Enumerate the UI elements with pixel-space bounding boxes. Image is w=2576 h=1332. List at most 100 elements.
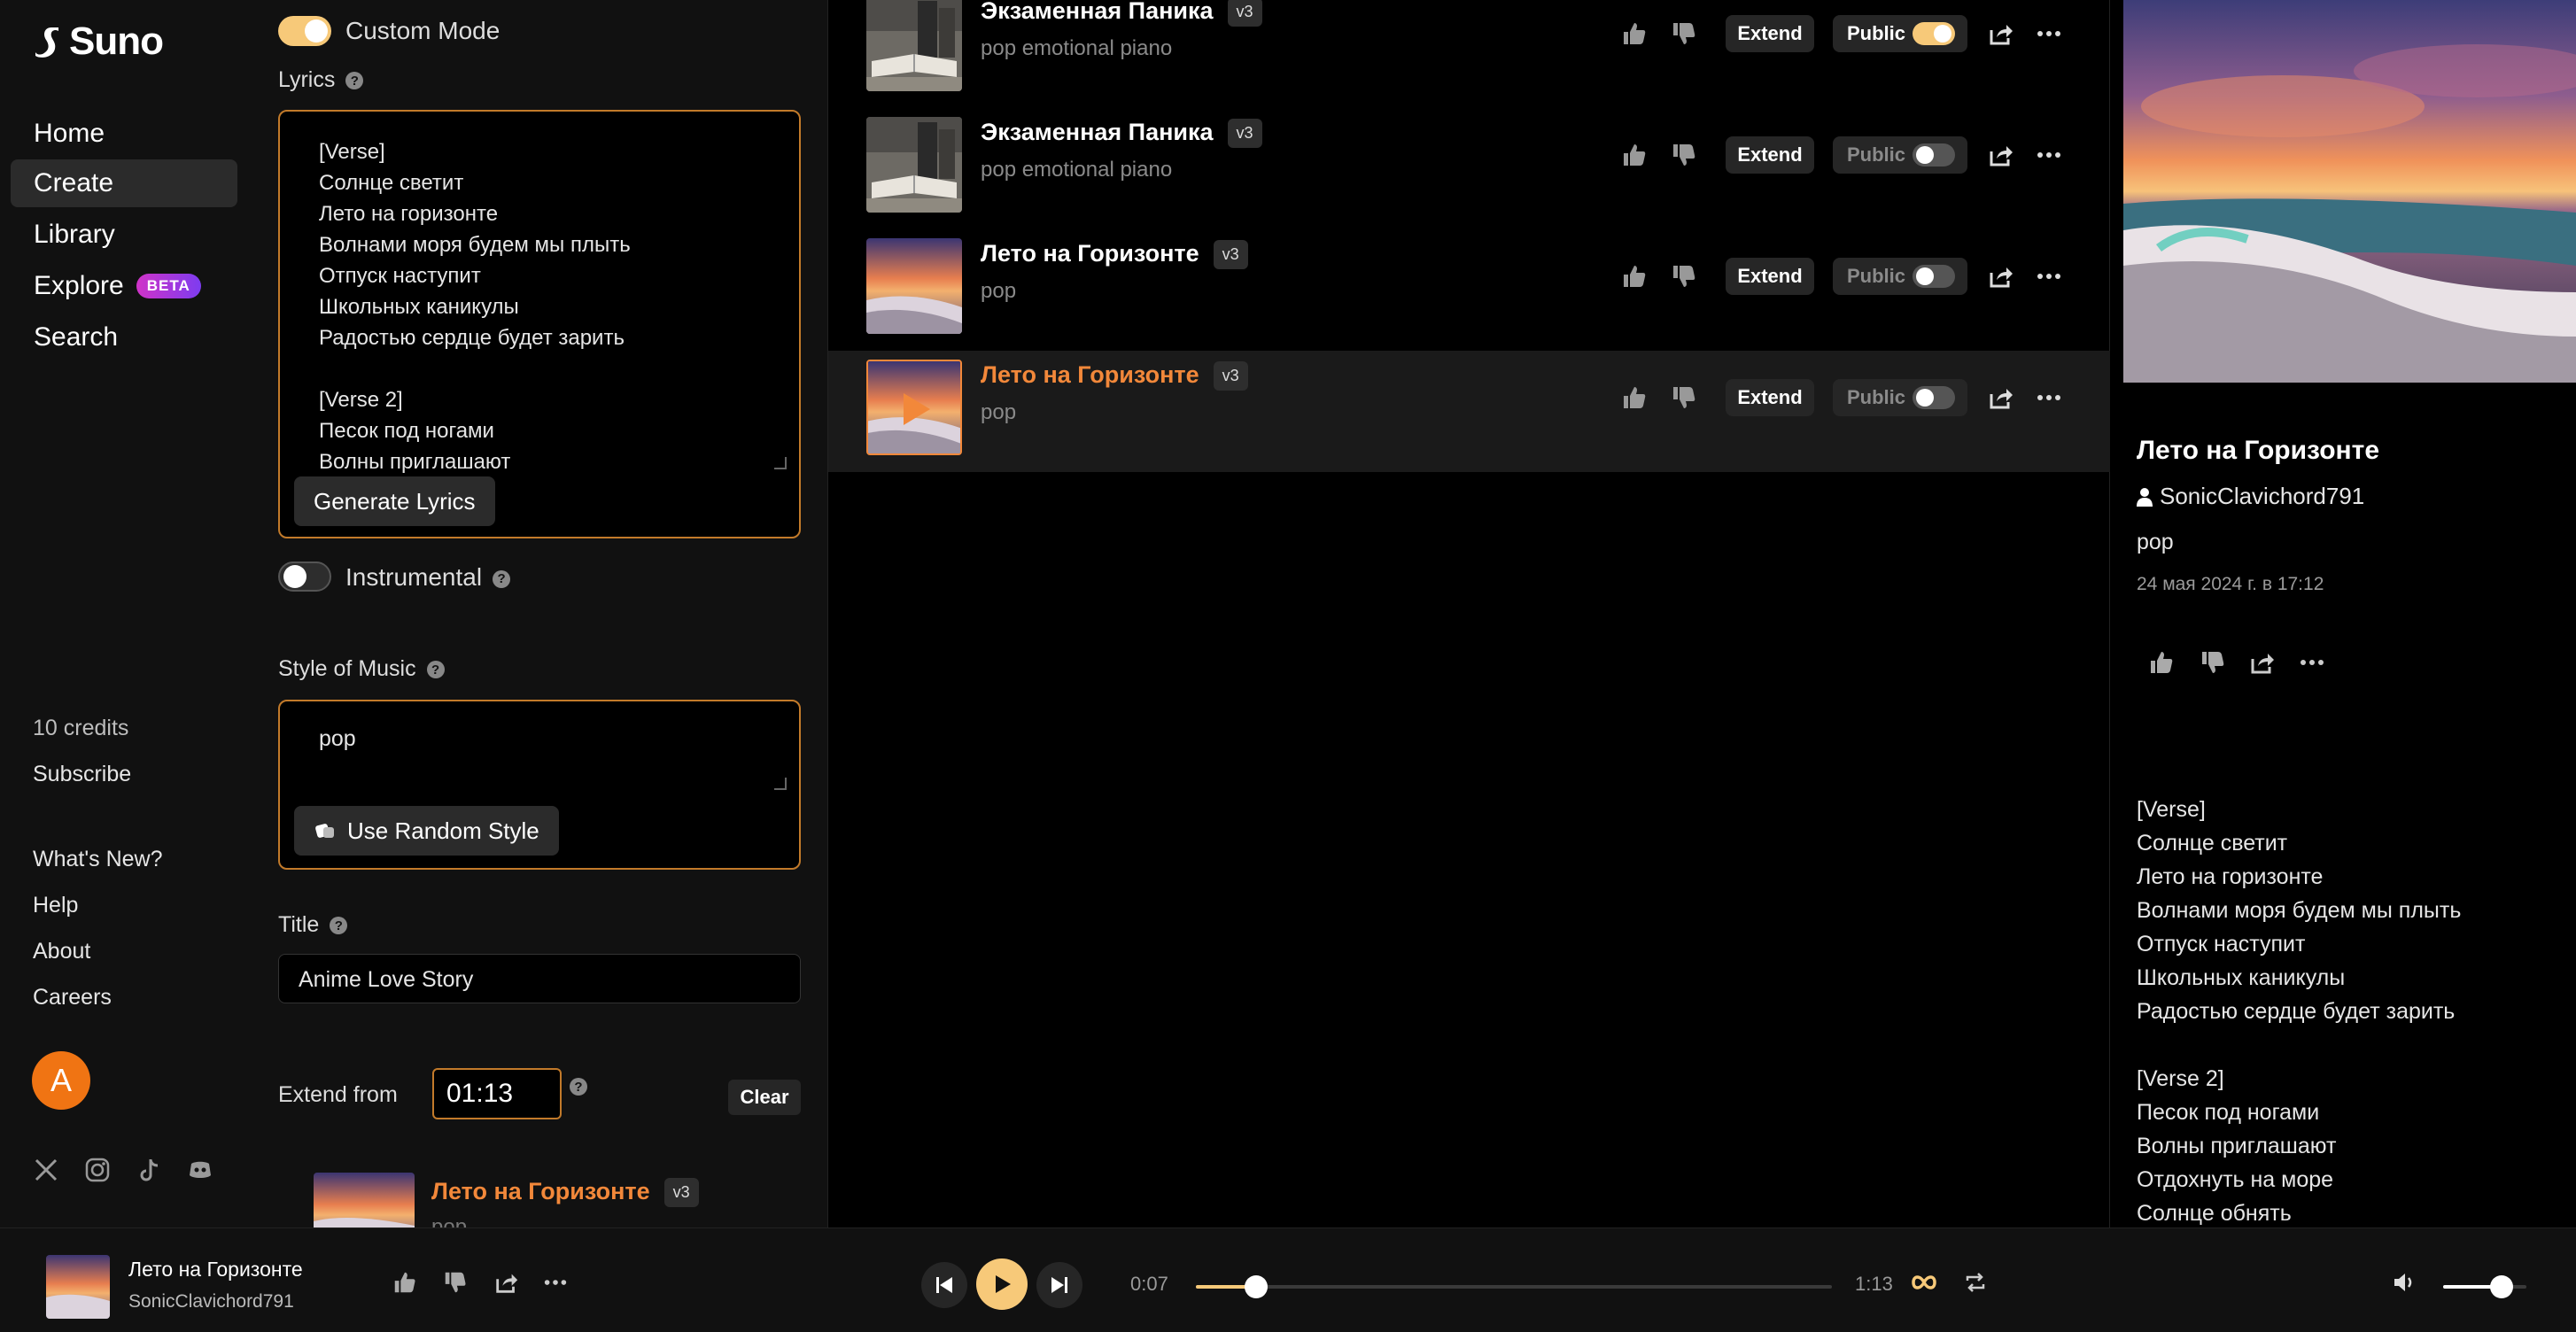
public-switch[interactable] — [1913, 265, 1955, 288]
player-title[interactable]: Лето на Горизонте — [128, 1258, 303, 1282]
extend-time-input[interactable]: 01:13 — [432, 1068, 562, 1119]
discord-icon[interactable] — [186, 1156, 214, 1184]
title-input[interactable]: Anime Love Story — [278, 954, 801, 1003]
lyrics-textarea[interactable]: [Verse] Солнце светит Лето на горизонте … — [278, 110, 801, 538]
song-row[interactable]: Экзаменная Паника v3 pop emotional piano Ex… — [828, 0, 2111, 108]
public-toggle[interactable]: Public — [1833, 379, 1967, 416]
thumbs-up-icon[interactable] — [1620, 383, 1649, 412]
clear-button[interactable]: Clear — [728, 1080, 801, 1115]
more-options-icon[interactable] — [2035, 383, 2063, 412]
nav-label: Explore — [34, 271, 124, 300]
song-thumbnail[interactable] — [866, 117, 962, 213]
resize-grip-icon[interactable] — [774, 778, 787, 790]
share-icon[interactable] — [493, 1269, 520, 1296]
player-thumbnail[interactable] — [46, 1255, 110, 1319]
extend-button[interactable]: Extend — [1726, 379, 1814, 416]
player-user[interactable]: SonicClavichord791 — [128, 1291, 294, 1313]
next-button[interactable] — [1036, 1262, 1082, 1308]
careers-link[interactable]: Careers — [33, 985, 112, 1011]
nav-item-library[interactable]: Library — [11, 211, 237, 259]
thumbs-down-icon[interactable] — [1670, 141, 1698, 169]
thumbs-up-icon[interactable] — [2147, 648, 2176, 677]
thumbs-down-icon[interactable] — [1670, 19, 1698, 48]
extend-button[interactable]: Extend — [1726, 136, 1814, 174]
more-options-icon[interactable] — [542, 1269, 569, 1296]
extend-button[interactable]: Extend — [1726, 15, 1814, 52]
x-icon[interactable] — [32, 1156, 60, 1184]
play-button[interactable] — [976, 1258, 1028, 1310]
nav-item-search[interactable]: Search — [11, 314, 237, 361]
thumbs-up-icon[interactable] — [1620, 19, 1649, 48]
more-options-icon[interactable] — [2035, 141, 2063, 169]
skip-forward-icon — [1051, 1277, 1067, 1293]
more-options-icon[interactable] — [2035, 262, 2063, 290]
style-textarea[interactable]: pop Use Random Style — [278, 700, 801, 870]
whats-new-link[interactable]: What's New? — [33, 847, 162, 872]
more-options-icon[interactable] — [2035, 19, 2063, 48]
avatar[interactable]: A — [32, 1051, 90, 1110]
elapsed-time: 0:07 — [1130, 1273, 1168, 1295]
song-list: Экзаменная Паника v3 pop emotional piano Ex… — [827, 0, 2111, 1227]
public-switch[interactable] — [1913, 386, 1955, 409]
help-link[interactable]: Help — [33, 893, 78, 918]
share-icon[interactable] — [1987, 383, 2015, 412]
help-icon[interactable]: ? — [426, 661, 445, 679]
subscribe-link[interactable]: Subscribe — [33, 762, 131, 787]
nav-item-home[interactable]: Home — [11, 110, 237, 158]
detail-user[interactable]: SonicClavichord791 — [2137, 483, 2364, 510]
thumbs-up-icon[interactable] — [1620, 262, 1649, 290]
custom-mode-toggle[interactable] — [278, 16, 331, 46]
song-row[interactable]: Лето на Горизонте v3 pop Extend Public — [828, 229, 2111, 351]
random-style-button[interactable]: Use Random Style — [294, 806, 559, 856]
resize-grip-icon[interactable] — [774, 457, 787, 469]
repeat-icon[interactable] — [1963, 1270, 1988, 1295]
public-toggle[interactable]: Public — [1833, 136, 1967, 174]
progress-handle[interactable] — [1245, 1275, 1269, 1298]
song-thumbnail[interactable] — [866, 0, 962, 91]
generate-lyrics-button[interactable]: Generate Lyrics — [294, 476, 495, 526]
infinity-loop-icon[interactable] — [1910, 1271, 1938, 1294]
version-badge: v3 — [1227, 0, 1262, 27]
instagram-icon[interactable] — [83, 1156, 112, 1184]
help-icon[interactable]: ? — [345, 72, 364, 90]
nav-item-explore[interactable]: Explore BETA — [11, 262, 237, 310]
thumbs-up-icon[interactable] — [1620, 141, 1649, 169]
suno-logo[interactable]: Suno — [32, 19, 164, 64]
volume-slider[interactable] — [2443, 1275, 2526, 1298]
lyrics-label-text: Lyrics — [278, 67, 336, 92]
thumbs-down-icon[interactable] — [1670, 262, 1698, 290]
song-row[interactable]: Экзаменная Паника v3 pop emotional piano Ex… — [828, 108, 2111, 229]
song-title[interactable]: Экзаменная Паника v3 — [981, 0, 1262, 27]
public-toggle[interactable]: Public — [1833, 15, 1967, 52]
more-options-icon[interactable] — [2298, 648, 2326, 677]
song-title[interactable]: Лето на Горизонте v3 — [981, 240, 1248, 270]
public-toggle[interactable]: Public — [1833, 258, 1967, 295]
thumbs-up-icon[interactable] — [392, 1269, 418, 1296]
instrumental-toggle[interactable] — [278, 561, 331, 592]
volume-icon[interactable] — [2392, 1271, 2417, 1294]
song-title[interactable]: Экзаменная Паника v3 — [981, 119, 1262, 149]
song-thumbnail[interactable] — [866, 238, 962, 334]
public-switch[interactable] — [1913, 22, 1955, 45]
thumbs-down-icon[interactable] — [442, 1269, 469, 1296]
share-icon[interactable] — [1987, 262, 2015, 290]
song-row[interactable]: Лето на Горизонте v3 pop Extend Public — [828, 351, 2111, 472]
thumbs-down-icon[interactable] — [2199, 648, 2227, 677]
progress-slider[interactable] — [1196, 1275, 1832, 1298]
help-icon[interactable]: ? — [570, 1078, 587, 1096]
song-thumbnail[interactable] — [866, 360, 962, 455]
help-icon[interactable]: ? — [330, 917, 348, 935]
previous-button[interactable] — [921, 1262, 967, 1308]
about-link[interactable]: About — [33, 939, 90, 964]
help-icon[interactable]: ? — [493, 569, 511, 588]
nav-item-create[interactable]: Create — [11, 159, 237, 207]
thumbs-down-icon[interactable] — [1670, 383, 1698, 412]
tiktok-icon[interactable] — [135, 1156, 163, 1184]
extend-button[interactable]: Extend — [1726, 258, 1814, 295]
share-icon[interactable] — [1987, 19, 2015, 48]
volume-handle[interactable] — [2489, 1275, 2513, 1298]
share-icon[interactable] — [1987, 141, 2015, 169]
share-icon[interactable] — [2248, 648, 2277, 677]
song-title[interactable]: Лето на Горизонте v3 — [981, 361, 1248, 391]
public-switch[interactable] — [1913, 143, 1955, 166]
